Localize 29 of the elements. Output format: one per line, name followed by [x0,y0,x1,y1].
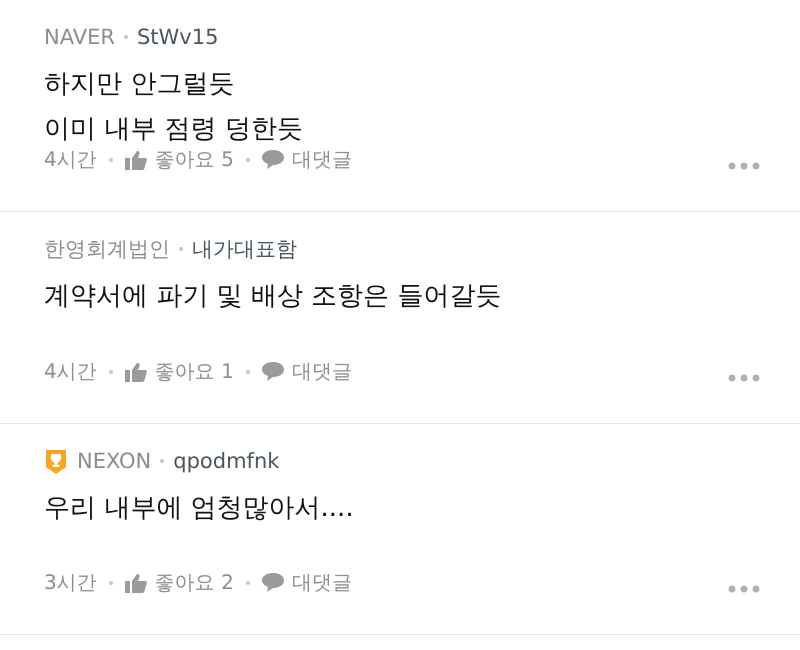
like-button[interactable]: 좋아요 1 [124,358,234,385]
more-options-icon[interactable] [728,374,760,382]
speech-bubble-icon [262,573,284,592]
thumbs-up-icon [124,150,147,170]
author-name[interactable]: 내가대표함 [192,235,297,263]
author-name[interactable]: qpodmfnk [173,449,280,473]
company-name: 한영회계법인 [44,236,170,263]
more-options-icon[interactable] [728,585,760,593]
reply-button[interactable]: 대댓글 [262,358,352,385]
reply-button[interactable]: 대댓글 [262,569,352,596]
company-name: NAVER [44,25,115,49]
more-options-icon[interactable] [728,162,760,170]
reply-button[interactable]: 대댓글 [262,146,352,173]
timestamp: 4시간 [44,146,97,173]
thumbs-up-icon [124,572,147,592]
trophy-badge-icon [44,448,68,474]
speech-bubble-icon [262,362,284,381]
comment-text: 하지만 안그럴듯 [44,68,236,101]
author-name[interactable]: StWv15 [136,25,218,49]
comment-text: 계약서에 파기 및 배상 조항은 들어갈듯 [44,280,502,313]
speech-bubble-icon [262,150,284,169]
like-button[interactable]: 좋아요 2 [124,569,234,596]
thumbs-up-icon [124,362,147,382]
timestamp: 4시간 [44,358,97,385]
comment-text: 이미 내부 점령 덩한듯 [44,113,304,146]
timestamp: 3시간 [44,569,97,596]
company-name: NEXON [77,449,152,473]
comment-text: 우리 내부에 엄청많아서.... [44,492,355,525]
like-button[interactable]: 좋아요 5 [124,146,234,173]
